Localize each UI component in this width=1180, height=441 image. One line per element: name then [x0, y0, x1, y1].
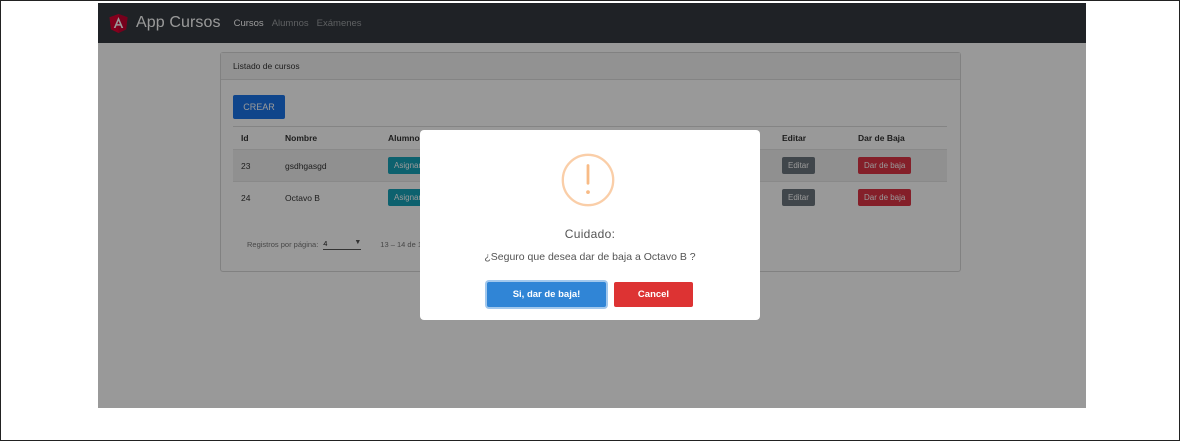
dialog-title: Cuidado: [564, 227, 616, 241]
screenshot-frame: App Cursos Cursos Alumnos Exámenes Lista… [0, 0, 1180, 441]
confirm-button[interactable]: Si, dar de baja! [487, 282, 606, 307]
confirm-dialog: Cuidado: ¿Seguro que desea dar de baja a… [420, 130, 760, 320]
dialog-message: ¿Seguro que desea dar de baja a Octavo B… [484, 251, 696, 263]
browser-viewport: App Cursos Cursos Alumnos Exámenes Lista… [98, 3, 1086, 408]
cancel-button[interactable]: Cancel [614, 282, 693, 307]
warning-icon [561, 153, 615, 207]
